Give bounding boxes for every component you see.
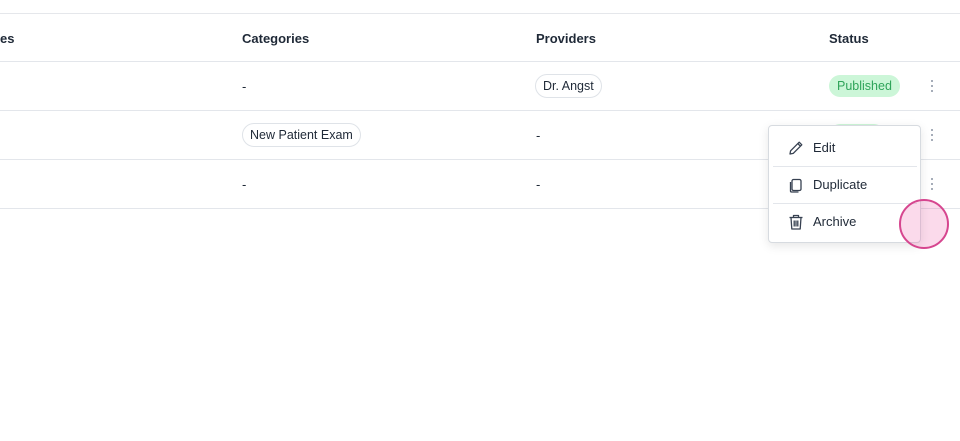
menu-item-label: Duplicate — [813, 177, 868, 192]
category-cell: - — [242, 79, 247, 94]
menu-item-label: Archive — [813, 214, 857, 229]
menu-item-edit[interactable]: Edit — [773, 130, 917, 166]
row-divider — [0, 110, 960, 111]
column-header-status[interactable]: Status — [829, 31, 869, 46]
copy-icon — [787, 176, 805, 194]
row-actions-kebab-icon[interactable] — [925, 176, 939, 192]
header-divider — [0, 61, 960, 62]
top-divider — [0, 13, 960, 14]
pencil-icon — [787, 139, 805, 157]
provider-cell: - — [536, 177, 541, 192]
column-header-names[interactable]: es — [0, 31, 14, 46]
menu-item-archive[interactable]: Archive — [773, 204, 917, 240]
status-badge: Published — [829, 75, 900, 97]
category-cell: - — [242, 177, 247, 192]
trash-icon — [787, 213, 805, 231]
menu-item-duplicate[interactable]: Duplicate — [773, 167, 917, 203]
column-header-categories[interactable]: Categories — [242, 31, 309, 46]
menu-item-label: Edit — [813, 140, 836, 155]
provider-cell: - — [536, 128, 541, 143]
column-header-providers[interactable]: Providers — [536, 31, 596, 46]
click-indicator — [899, 199, 949, 249]
row-actions-kebab-icon[interactable] — [925, 127, 939, 143]
row-actions-kebab-icon[interactable] — [925, 78, 939, 94]
provider-tag: Dr. Angst — [535, 74, 602, 98]
category-tag: New Patient Exam — [242, 123, 361, 147]
